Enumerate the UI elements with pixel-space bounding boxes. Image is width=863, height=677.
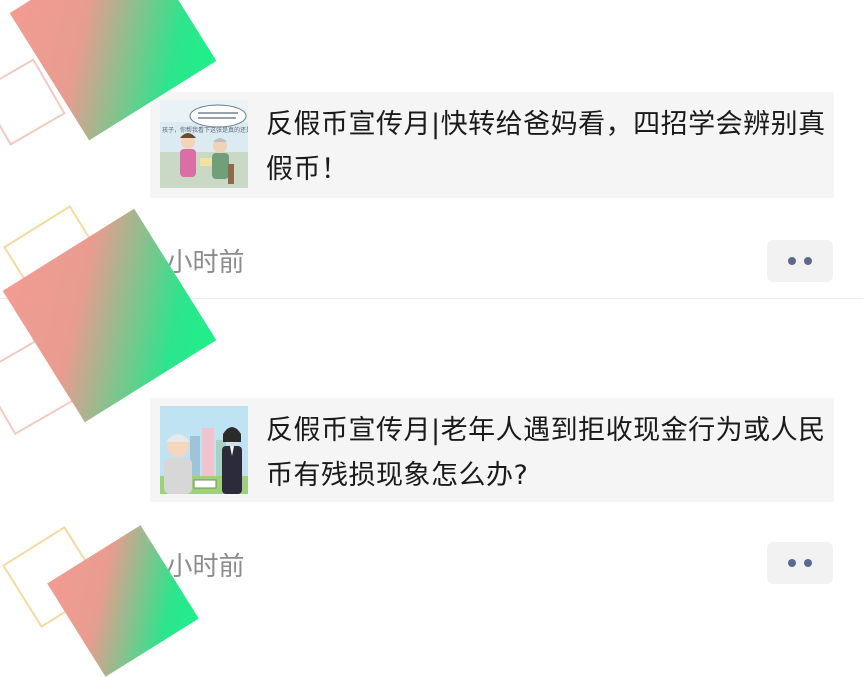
post-actions-button[interactable] (767, 542, 833, 584)
more-dots-icon (788, 559, 812, 567)
shared-article-card[interactable]: 孩子，你帮我看下这张是真的还是假的？ 反假币宣传月|快转给爸妈看，四招学会辨别真… (150, 92, 834, 198)
shared-article-card[interactable]: 反假币宣传月|老年人遇到拒收现金行为或人民币有残损现象怎么办? (150, 398, 834, 502)
feed-post: 反假币宣传月|老年人遇到拒收现金行为或人民币有残损现象怎么办? 1小时前 (0, 300, 863, 608)
thumbnail-bubble-text: 孩子，你帮我看下这张是真的还是假的？ (162, 126, 248, 134)
article-title: 反假币宣传月|老年人遇到拒收现金行为或人民币有残损现象怎么办? (266, 415, 826, 491)
more-dots-icon (788, 257, 812, 265)
moments-feed: 孩子，你帮我看下这张是真的还是假的？ 反假币宣传月|快转给爸妈看，四招学会辨别真… (0, 0, 863, 677)
article-thumbnail (160, 406, 248, 494)
article-thumbnail: 孩子，你帮我看下这张是真的还是假的？ (160, 100, 248, 188)
post-actions-button[interactable] (767, 240, 833, 282)
post-timestamp: 1小时前 (150, 552, 245, 582)
post-divider (0, 298, 863, 299)
feed-post: 孩子，你帮我看下这张是真的还是假的？ 反假币宣传月|快转给爸妈看，四招学会辨别真… (0, 0, 863, 300)
post-timestamp: 1小时前 (150, 248, 245, 278)
article-title: 反假币宣传月|快转给爸妈看，四招学会辨别真假币！ (266, 109, 826, 185)
